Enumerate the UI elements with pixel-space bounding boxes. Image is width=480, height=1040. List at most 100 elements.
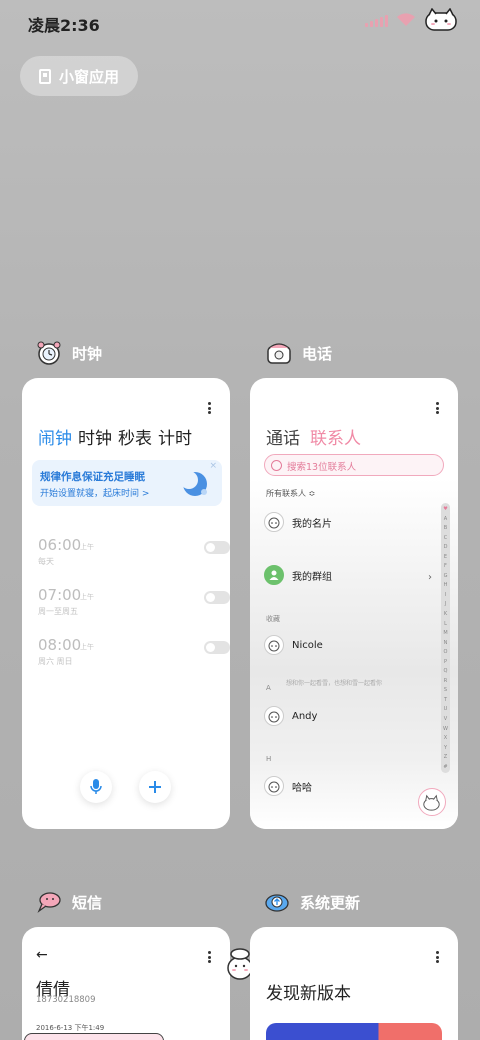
contact-name: Nicole xyxy=(292,639,323,651)
alphabet-index-letter[interactable]: N xyxy=(444,640,448,646)
alphabet-index-letter[interactable]: T xyxy=(444,697,447,703)
alphabet-index-letter[interactable]: A xyxy=(444,516,447,522)
phone-app-icon xyxy=(267,343,291,364)
alphabet-index[interactable]: ♥ A B C D E F G H I J K L M N O P Q R S T U V W X Y Z # xyxy=(441,503,450,773)
alarm-ampm: 上午 xyxy=(80,543,94,551)
back-arrow-icon[interactable]: ← xyxy=(36,947,48,963)
alarm-toggle[interactable] xyxy=(204,541,230,554)
clock-app-name: 时钟 xyxy=(72,344,103,363)
clock-app-icon xyxy=(37,341,61,365)
section-favorites: 收藏 xyxy=(266,615,280,623)
alphabet-index-letter[interactable]: F xyxy=(444,563,447,569)
tab-clock[interactable]: 时钟 xyxy=(78,424,112,449)
alarm-repeat: 周一至周五 xyxy=(38,607,78,616)
alarm-toggle[interactable] xyxy=(204,641,230,654)
tab-contacts[interactable]: 联系人 xyxy=(310,424,361,449)
phone-card[interactable]: 通话 联系人 搜索13位联系人 所有联系人 ≎ 我的名片 我的群组 › 收藏 N… xyxy=(250,378,458,829)
my-card-row[interactable]: 我的名片 xyxy=(264,512,332,532)
alphabet-index-letter[interactable]: O xyxy=(444,649,448,655)
update-app-header[interactable]: 系统更新 xyxy=(264,889,360,915)
signal-icon xyxy=(365,13,388,27)
update-title: 发现新版本 xyxy=(266,984,351,1004)
message-bubble[interactable] xyxy=(24,1033,164,1040)
clock-tabs: 闹钟 时钟 秒表 计时 xyxy=(38,424,192,449)
alarm-toggle[interactable] xyxy=(204,591,230,604)
alphabet-index-letter[interactable]: B xyxy=(444,525,447,531)
alarm-item[interactable]: 08:00 上午 周六 周日 xyxy=(38,636,230,676)
avatar xyxy=(264,706,284,726)
clock-app-header[interactable]: 时钟 xyxy=(36,340,102,366)
status-bar: 凌晨2:36 xyxy=(0,0,480,44)
chevron-right-icon: › xyxy=(428,572,432,583)
alphabet-index-letter[interactable]: Z xyxy=(444,754,447,760)
sms-app-name: 短信 xyxy=(72,893,103,912)
moon-icon xyxy=(180,471,207,496)
alphabet-index-letter[interactable]: U xyxy=(444,706,448,712)
sms-phone-number: 18730218809 xyxy=(36,995,96,1005)
alphabet-index-letter[interactable]: Q xyxy=(444,668,448,674)
update-banner xyxy=(266,1023,442,1040)
contact-row[interactable]: Andy xyxy=(264,706,317,726)
section-letter: A xyxy=(266,684,271,692)
sms-card[interactable]: ← 倩倩 18730218809 2016-6-13 下午1:49 xyxy=(22,927,230,1040)
tab-alarm[interactable]: 闹钟 xyxy=(38,424,72,449)
sleep-banner[interactable]: 规律作息保证充足睡眠 开始设置就寝，起床时间 > × xyxy=(32,460,222,506)
alphabet-index-letter[interactable]: W xyxy=(443,726,448,732)
alphabet-index-letter[interactable]: E xyxy=(444,554,447,560)
alarm-repeat: 每天 xyxy=(38,557,54,566)
alphabet-index-letter[interactable]: V xyxy=(444,716,447,722)
dial-pad-button[interactable] xyxy=(418,788,446,816)
add-alarm-button[interactable] xyxy=(139,771,171,803)
background-caption: 想和你一起看雪，也想和雪一起看你 xyxy=(286,680,383,687)
microphone-icon xyxy=(90,779,102,794)
alphabet-index-letter[interactable]: M xyxy=(443,630,447,636)
alphabet-index-letter[interactable]: Y xyxy=(444,745,447,751)
all-contacts-filter[interactable]: 所有联系人 ≎ xyxy=(266,488,315,499)
alarm-item[interactable]: 06:00 上午 每天 xyxy=(38,536,230,576)
alphabet-index-letter[interactable]: I xyxy=(445,592,446,598)
contact-name: 哈哈 xyxy=(292,782,312,794)
update-app-name: 系统更新 xyxy=(300,893,361,912)
update-card[interactable]: 发现新版本 xyxy=(250,927,458,1040)
alphabet-index-letter[interactable]: K xyxy=(444,611,447,617)
alphabet-index-letter[interactable]: J xyxy=(445,601,446,607)
clock-more-icon[interactable] xyxy=(208,402,212,414)
alphabet-index-letter[interactable]: P xyxy=(444,659,447,665)
tab-timer[interactable]: 计时 xyxy=(158,424,192,449)
alphabet-index-letter[interactable]: D xyxy=(444,544,448,550)
phone-app-name: 电话 xyxy=(302,344,333,363)
alphabet-index-letter[interactable]: G xyxy=(444,573,448,579)
alphabet-index-letter[interactable]: R xyxy=(444,678,447,684)
contact-search-input[interactable]: 搜索13位联系人 xyxy=(264,454,444,476)
alphabet-index-letter[interactable]: S xyxy=(444,687,447,693)
alphabet-index-letter[interactable]: L xyxy=(444,621,447,627)
cat-icon xyxy=(423,794,440,811)
alarm-ampm: 上午 xyxy=(80,593,94,601)
sms-app-header[interactable]: 短信 xyxy=(36,889,102,915)
small-window-apps-button[interactable]: 小窗应用 xyxy=(20,56,138,96)
alphabet-index-letter[interactable]: C xyxy=(444,535,448,541)
alphabet-index-letter[interactable]: X xyxy=(444,735,447,741)
tab-stopwatch[interactable]: 秒表 xyxy=(118,424,152,449)
alphabet-index-letter[interactable]: ♥ xyxy=(443,506,447,512)
alarm-time: 08:00 xyxy=(38,636,82,654)
battery-cat-icon xyxy=(425,8,457,31)
wifi-icon xyxy=(397,13,415,26)
contact-row[interactable]: 哈哈 xyxy=(264,776,312,796)
contact-row[interactable]: Nicole xyxy=(264,635,323,655)
my-groups-label: 我的群组 xyxy=(292,571,332,583)
my-groups-row[interactable]: 我的群组 xyxy=(264,565,332,585)
small-window-label: 小窗应用 xyxy=(58,67,119,86)
alarm-item[interactable]: 07:00 上午 周一至周五 xyxy=(38,586,230,626)
alphabet-index-letter[interactable]: # xyxy=(443,764,447,770)
tab-calls[interactable]: 通话 xyxy=(266,424,300,449)
phone-app-header[interactable]: 电话 xyxy=(266,340,332,366)
sms-more-icon[interactable] xyxy=(208,951,212,963)
close-icon[interactable]: × xyxy=(209,461,217,471)
phone-more-icon[interactable] xyxy=(436,402,440,414)
clock-card[interactable]: 闹钟 时钟 秒表 计时 规律作息保证充足睡眠 开始设置就寝，起床时间 > × 0… xyxy=(22,378,230,829)
alphabet-index-letter[interactable]: H xyxy=(444,582,448,588)
alarm-repeat: 周六 周日 xyxy=(38,657,73,666)
voice-alarm-button[interactable] xyxy=(80,771,112,803)
update-more-icon[interactable] xyxy=(436,951,440,963)
